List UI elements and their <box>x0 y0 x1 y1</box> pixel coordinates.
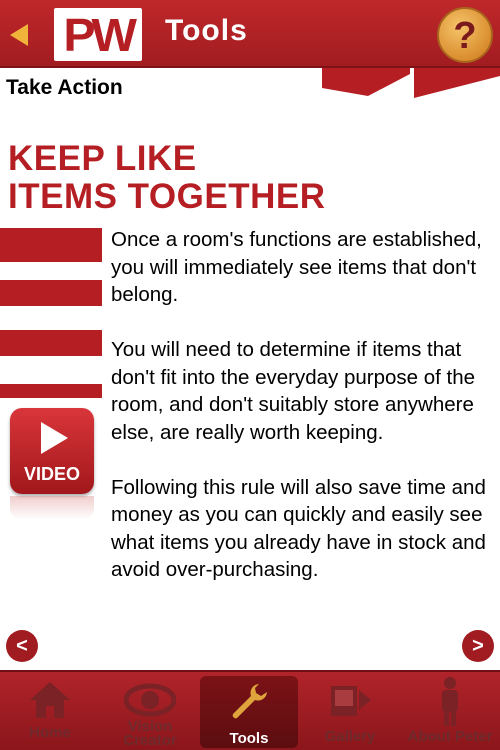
tab-about-peter[interactable]: About Peter <box>400 672 500 750</box>
heading-line-2: ITEMS TOGETHER <box>8 177 326 216</box>
svg-text:?: ? <box>453 15 476 57</box>
section-label: Take Action <box>6 76 123 99</box>
video-label: VIDEO <box>23 464 80 484</box>
header-bar: PW Tools ? <box>0 0 500 68</box>
decorative-stripe <box>0 384 102 398</box>
article-body: Once a room's functions are established,… <box>111 226 491 611</box>
person-icon <box>442 677 458 726</box>
back-button[interactable] <box>6 20 36 50</box>
video-button[interactable]: VIDEO <box>10 408 94 494</box>
tab-gallery[interactable]: Gallery <box>300 672 400 750</box>
tab-tools[interactable]: Tools <box>200 676 298 748</box>
tab-home[interactable]: Home <box>0 672 100 750</box>
tab-label: About Peter <box>407 728 493 745</box>
tab-bar: Home Vision Creator Tools Gallery About … <box>0 670 500 750</box>
tab-label: Tools <box>229 730 269 747</box>
paragraph: Following this rule will also save time … <box>111 475 486 582</box>
wrench-icon <box>232 684 267 719</box>
eye-icon <box>124 683 176 717</box>
pw-logo: PW <box>54 8 142 61</box>
tab-label: Vision Creator <box>123 718 177 749</box>
video-reflection <box>10 496 94 520</box>
tab-label: Gallery <box>324 728 376 745</box>
previous-page-button[interactable]: < <box>6 630 38 662</box>
tab-vision-creator[interactable]: Vision Creator <box>100 672 200 750</box>
page-title: Tools <box>165 14 248 47</box>
back-arrow-icon <box>10 24 28 46</box>
decorative-stripe <box>0 228 102 262</box>
heading-line-1: KEEP LIKE <box>8 139 197 178</box>
article-heading: KEEP LIKE ITEMS TOGETHER <box>8 140 368 216</box>
play-icon <box>41 422 68 454</box>
paragraph: You will need to determine if items that… <box>111 338 476 444</box>
question-mark-icon: ? <box>437 7 493 63</box>
decorative-tabs <box>322 68 500 98</box>
house-icon <box>30 682 70 718</box>
decorative-stripe <box>0 330 102 356</box>
help-button[interactable]: ? <box>436 6 494 64</box>
decorative-stripe <box>0 280 102 306</box>
tab-label: Home <box>29 724 71 741</box>
logo-text: PW <box>63 8 137 61</box>
paragraph: Once a room's functions are established,… <box>111 228 482 306</box>
next-page-button[interactable]: > <box>462 630 494 662</box>
photos-icon <box>331 686 371 716</box>
